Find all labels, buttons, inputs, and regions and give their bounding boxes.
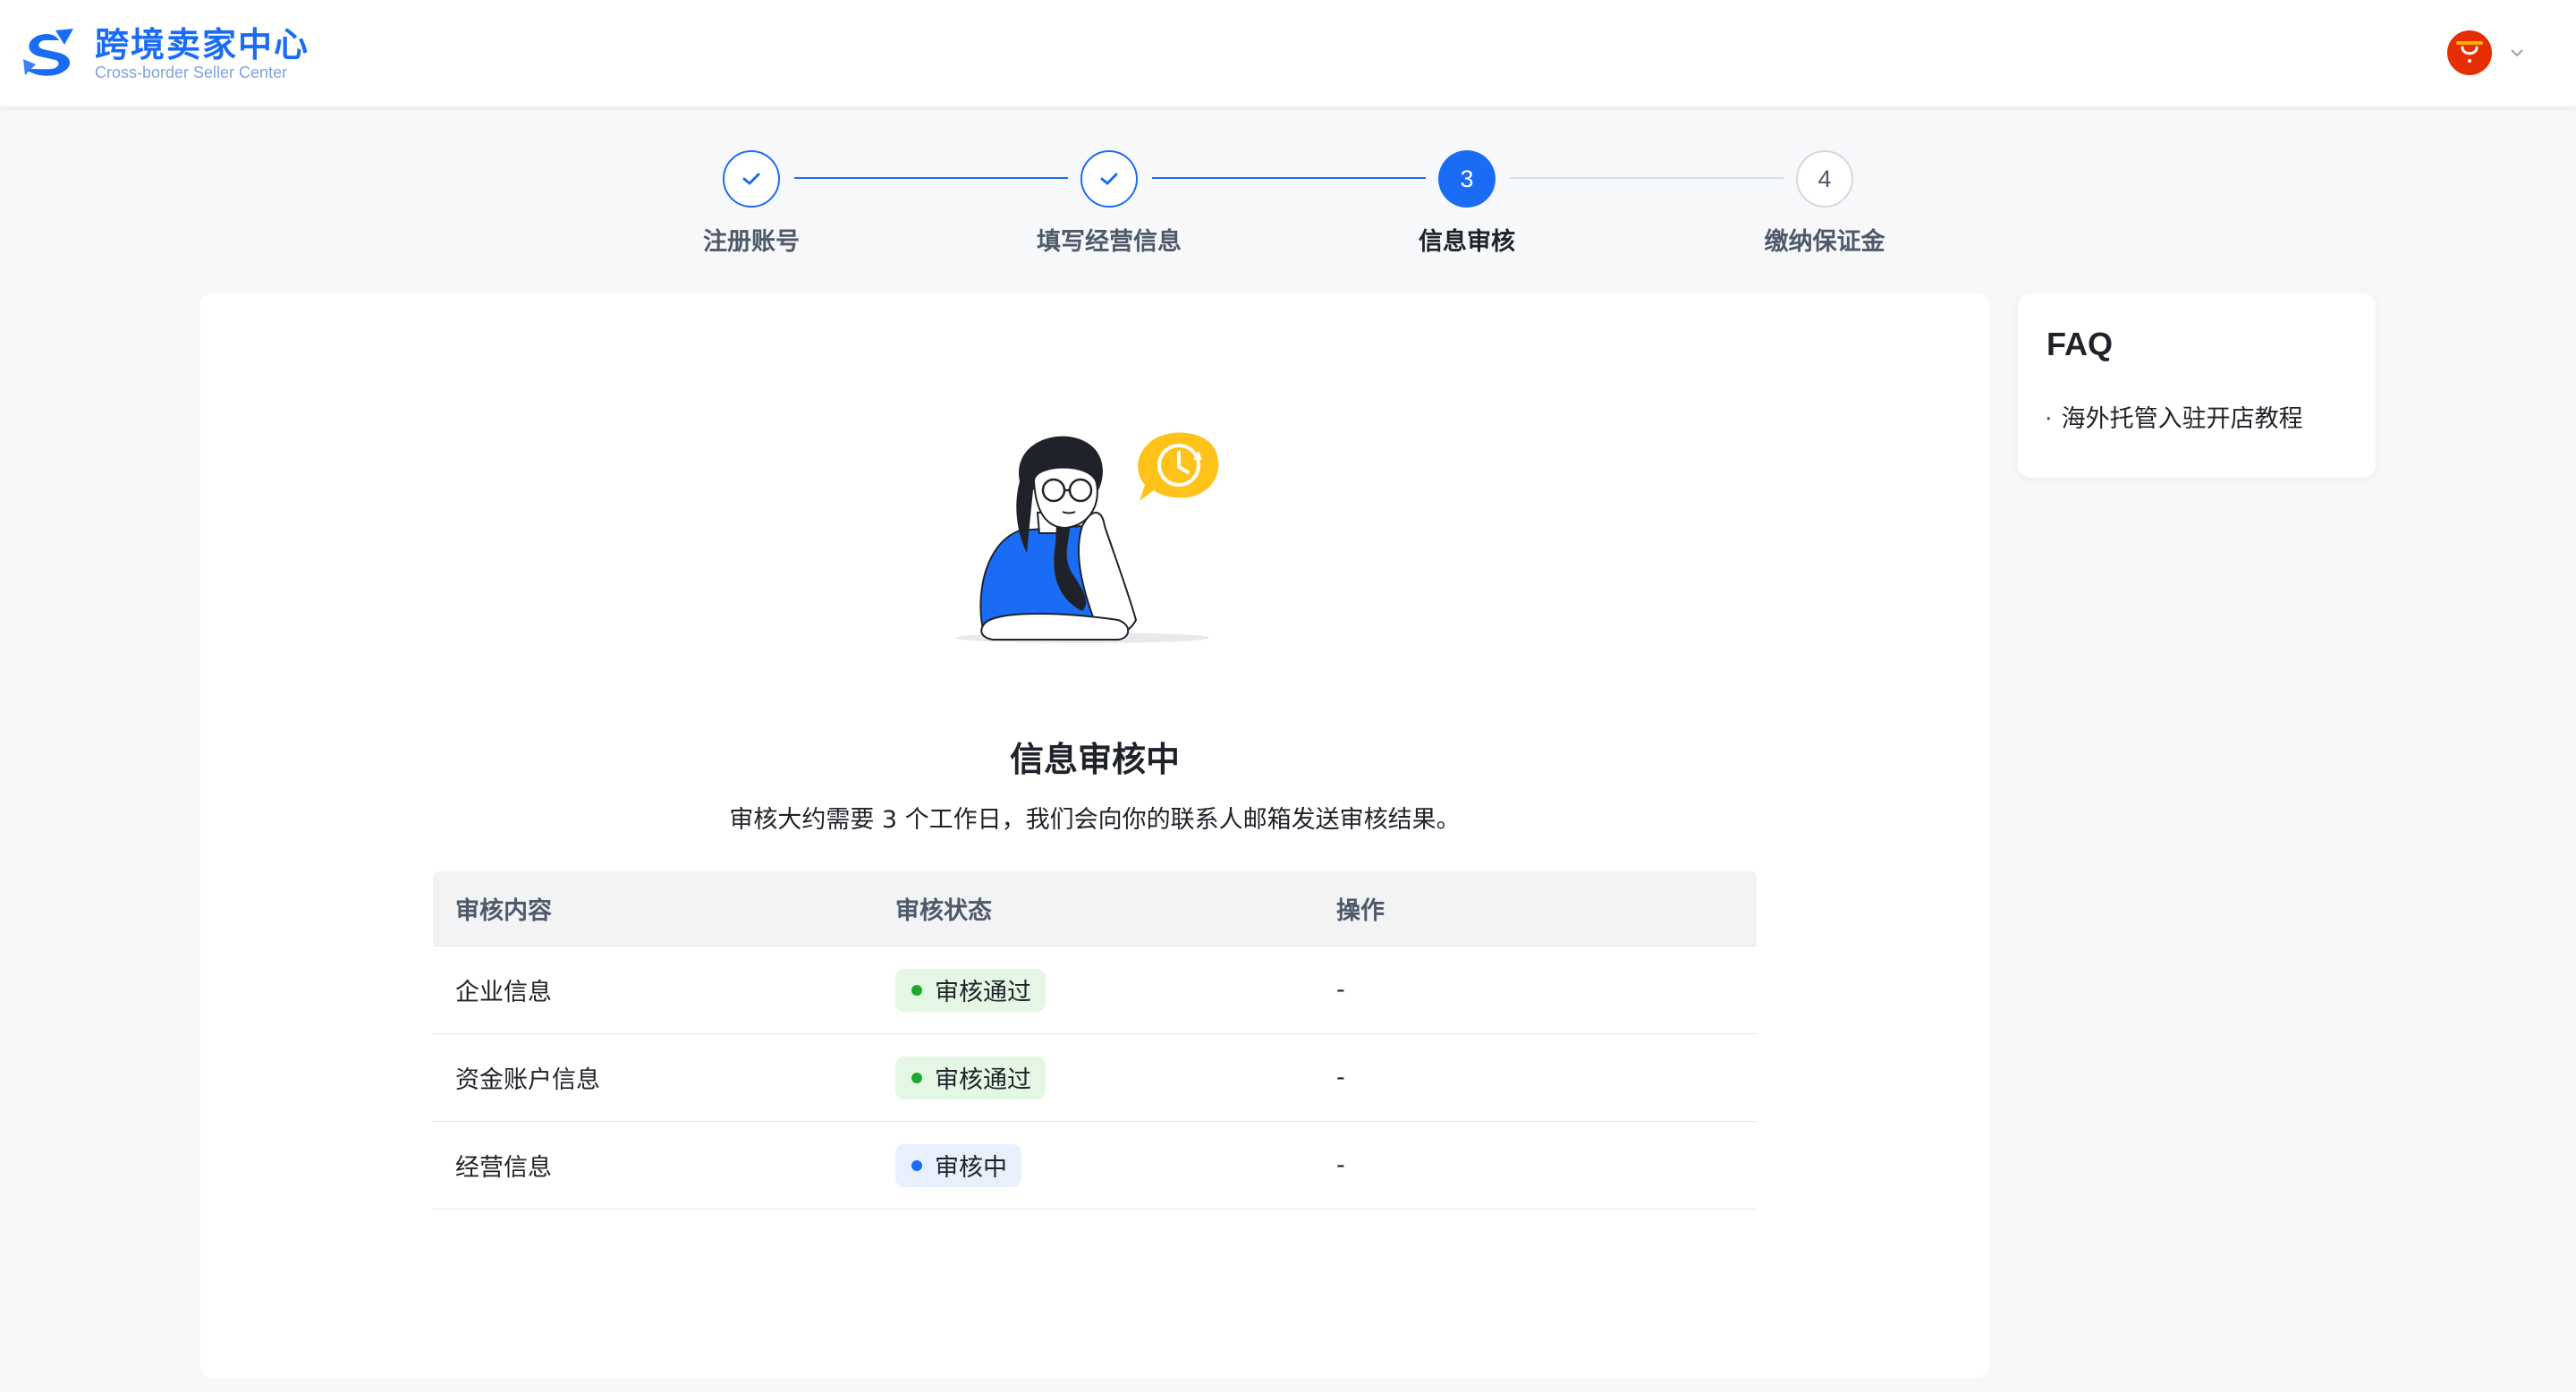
aliexpress-bag-avatar-icon[interactable]: [2447, 30, 2492, 75]
status-badge: 审核通过: [895, 968, 1046, 1012]
chevron-down-icon[interactable]: [2510, 48, 2524, 57]
table-row: 经营信息 审核中 -: [433, 1122, 1757, 1210]
faq-title: FAQ: [2046, 326, 2114, 362]
review-title: 信息审核中: [1009, 740, 1180, 779]
top-header: 跨境卖家中心 Cross-border Seller Center: [0, 0, 2576, 107]
user-menu[interactable]: [2447, 30, 2528, 75]
status-text: 审核通过: [935, 1066, 1031, 1094]
step-3-circle: 3: [1438, 150, 1496, 208]
step-1-circle: [723, 150, 780, 208]
person-waiting-clock-illustration: [955, 432, 1219, 643]
step-1-label: 注册账号: [703, 228, 800, 256]
status-dot-icon: [911, 984, 922, 996]
row-action: -: [1336, 976, 1345, 1004]
review-table: 审核内容 审核状态 操作 企业信息 审核通过 - 资金账户信息 审核通过 - 经…: [433, 871, 1757, 1210]
faq-bullet: ·: [2045, 405, 2053, 433]
status-badge: 审核中: [895, 1143, 1021, 1187]
faq-card: FAQ · 海外托管入驻开店教程: [2018, 293, 2376, 478]
faq-link[interactable]: · 海外托管入驻开店教程: [2045, 399, 2303, 434]
step-2-circle: [1080, 150, 1138, 208]
table-header: 审核内容 审核状态 操作: [433, 871, 1757, 946]
status-text: 审核通过: [935, 979, 1031, 1006]
check-icon: [1100, 173, 1118, 185]
table-row: 资金账户信息 审核通过 -: [433, 1034, 1757, 1122]
review-status-card: 信息审核中 审核大约需要 3 个工作日，我们会向你的联系人邮箱发送审核结果。 审…: [200, 293, 1989, 1378]
step-4-label: 缴纳保证金: [1764, 228, 1885, 256]
step-3-label: 信息审核: [1419, 228, 1515, 256]
step-connector-3: [1510, 177, 1784, 179]
table-row: 企业信息 审核通过 -: [433, 946, 1757, 1034]
status-badge: 审核通过: [895, 1056, 1046, 1099]
seller-center-logo-icon[interactable]: [20, 25, 79, 81]
step-connector-1: [794, 177, 1068, 179]
step-connector-2: [1152, 177, 1426, 179]
status-dot-icon: [911, 1159, 922, 1171]
step-4-circle: 4: [1796, 150, 1853, 208]
row-content: 资金账户信息: [455, 1066, 600, 1094]
brand-title[interactable]: 跨境卖家中心: [95, 23, 309, 66]
status-dot-icon: [911, 1072, 922, 1083]
row-content: 企业信息: [455, 979, 552, 1006]
step-2-label: 填写经营信息: [1037, 228, 1182, 256]
header-status: 审核状态: [895, 897, 992, 925]
status-text: 审核中: [935, 1154, 1007, 1182]
faq-link-text[interactable]: 海外托管入驻开店教程: [2062, 405, 2303, 433]
brand-subtitle: Cross-border Seller Center: [95, 64, 288, 81]
review-description: 审核大约需要 3 个工作日，我们会向你的联系人邮箱发送审核结果。: [729, 806, 1461, 834]
row-action: -: [1336, 1151, 1345, 1179]
header-content: 审核内容: [455, 897, 552, 925]
row-content: 经营信息: [455, 1154, 552, 1182]
row-action: -: [1336, 1064, 1345, 1091]
header-action: 操作: [1336, 897, 1385, 925]
check-icon: [742, 173, 760, 185]
